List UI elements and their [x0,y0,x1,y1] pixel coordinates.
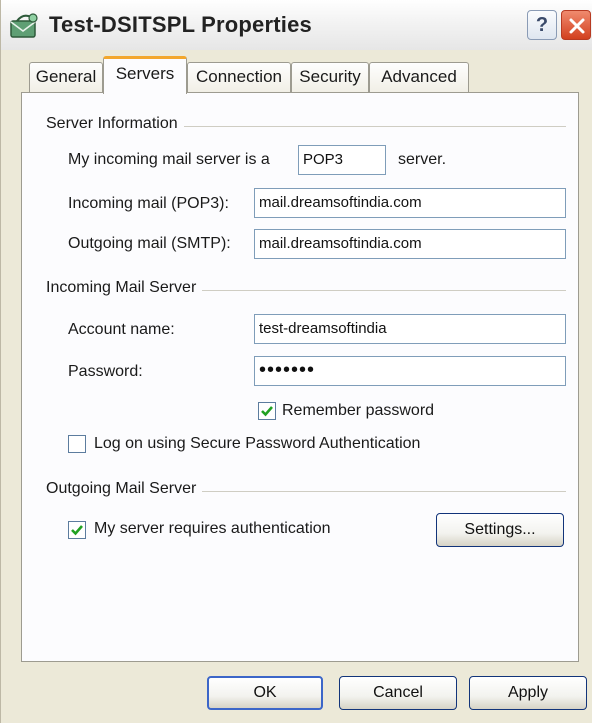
properties-dialog: Test-DSITSPL Properties ? General Server… [0,0,592,723]
window-title: Test-DSITSPL Properties [49,12,312,37]
incoming-mail-server-heading: Incoming Mail Server [46,279,203,297]
close-button[interactable] [561,10,591,40]
help-button[interactable]: ? [527,10,557,40]
outgoing-mail-label: Outgoing mail (SMTP): [68,235,231,252]
apply-button[interactable]: Apply [469,676,587,710]
secure-password-auth-checkbox[interactable] [68,435,86,453]
tab-advanced[interactable]: Advanced [369,62,469,92]
cancel-button[interactable]: Cancel [339,676,457,710]
secure-password-auth-label[interactable]: Log on using Secure Password Authenticat… [94,435,420,453]
mail-account-icon [9,12,41,40]
server-requires-auth-label[interactable]: My server requires authentication [94,520,331,538]
tab-strip: General Servers Connection Security Adva… [1,56,592,96]
tab-general[interactable]: General [29,62,103,92]
title-bar[interactable]: Test-DSITSPL Properties ? [1,0,592,50]
ok-button[interactable]: OK [207,676,323,710]
incoming-type-prefix-label: My incoming mail server is a [68,151,270,168]
checkmark-icon [261,406,273,417]
password-input[interactable]: ••••••• [254,356,566,386]
server-information-heading: Server Information [46,115,184,133]
tab-connection[interactable]: Connection [187,62,291,92]
servers-panel: Server Information My incoming mail serv… [21,92,579,662]
account-name-input[interactable]: test-dreamsoftindia [254,314,566,344]
incoming-server-type-field: POP3 [298,145,386,175]
incoming-mail-label: Incoming mail (POP3): [68,195,229,212]
server-requires-auth-checkbox[interactable] [68,521,86,539]
tab-security[interactable]: Security [291,62,369,92]
remember-password-checkbox[interactable] [258,402,276,420]
settings-button[interactable]: Settings... [436,513,564,547]
remember-password-label[interactable]: Remember password [282,402,434,420]
incoming-mail-server-input[interactable]: mail.dreamsoftindia.com [254,188,566,218]
password-label: Password: [68,363,143,380]
tab-servers[interactable]: Servers [103,56,187,94]
checkmark-icon [71,525,83,536]
outgoing-mail-server-input[interactable]: mail.dreamsoftindia.com [254,229,566,259]
account-name-label: Account name: [68,321,175,338]
outgoing-mail-server-heading: Outgoing Mail Server [46,480,203,498]
close-icon [569,18,585,34]
incoming-type-suffix-label: server. [398,151,447,168]
